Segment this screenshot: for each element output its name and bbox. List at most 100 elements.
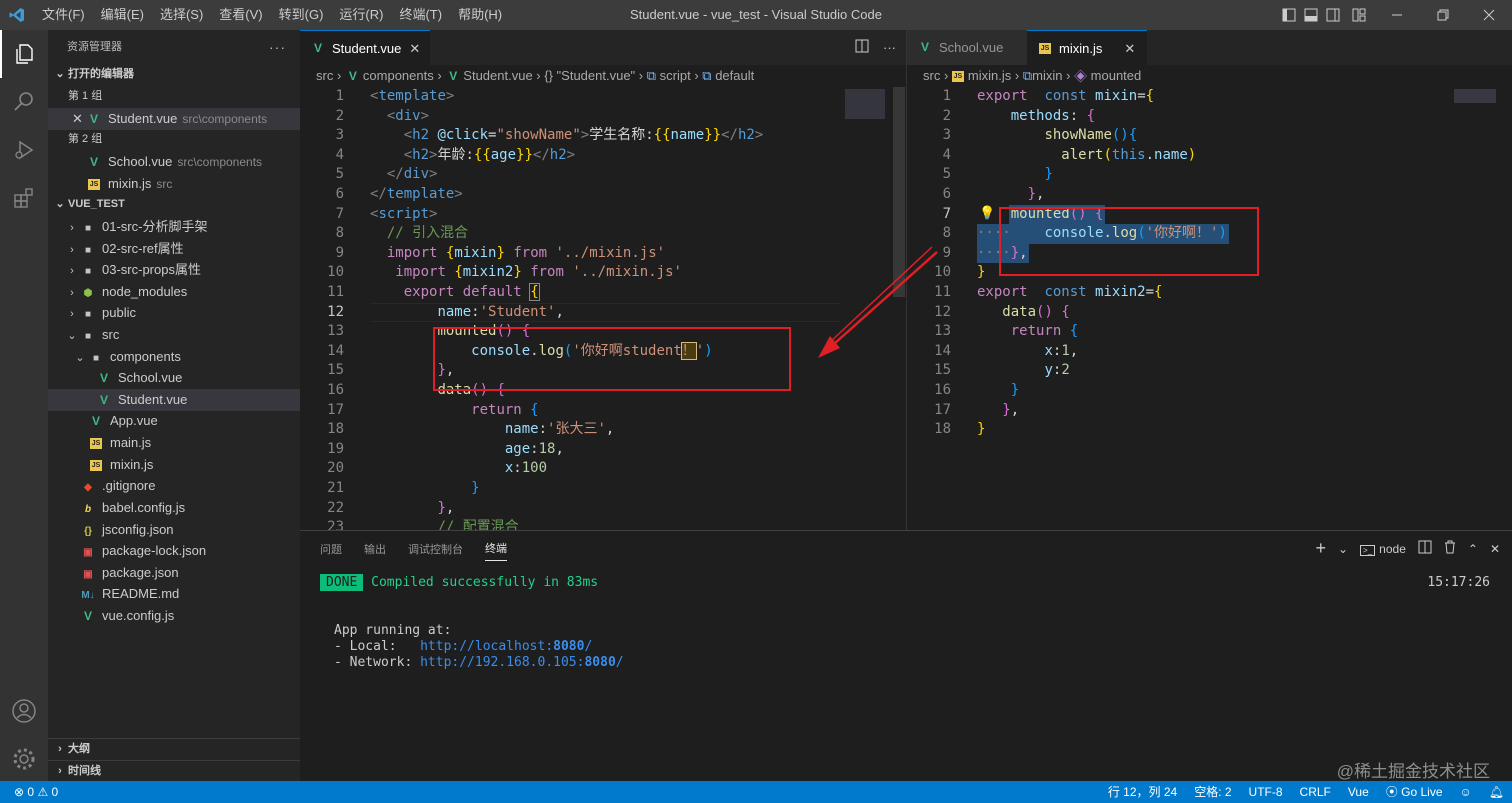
local-url[interactable]: http://localhost: bbox=[420, 639, 553, 654]
more-actions-icon[interactable]: ··· bbox=[883, 40, 896, 55]
tab-school-vue[interactable]: V School.vue bbox=[907, 30, 1027, 65]
local-slash[interactable]: / bbox=[584, 639, 592, 654]
tree-file[interactable]: V App.vue bbox=[48, 410, 300, 432]
indentation[interactable]: 空格: 2 bbox=[1194, 781, 1231, 803]
cursor-position[interactable]: 行 12，列 24 bbox=[1108, 781, 1177, 803]
tree-folder[interactable]: ⌄ ■ components bbox=[48, 346, 300, 368]
split-terminal-icon[interactable] bbox=[1418, 540, 1432, 557]
tree-folder[interactable]: › ■ 01-src-分析脚手架 bbox=[48, 216, 300, 238]
tree-file[interactable]: {} jsconfig.json bbox=[48, 519, 300, 541]
line-number: 14 bbox=[327, 342, 344, 359]
close-panel-icon[interactable]: ✕ bbox=[1490, 542, 1500, 556]
extensions-icon[interactable] bbox=[0, 174, 48, 222]
menu-run[interactable]: 运行(R) bbox=[331, 0, 391, 30]
tree-folder[interactable]: › ■ 03-src-props属性 bbox=[48, 259, 300, 281]
network-slash[interactable]: / bbox=[616, 655, 624, 670]
menu-go[interactable]: 转到(G) bbox=[271, 0, 332, 30]
toggle-secondary-sidebar-icon[interactable] bbox=[1322, 0, 1344, 30]
go-live-button[interactable]: ⦿ Go Live bbox=[1386, 781, 1443, 803]
menu-edit[interactable]: 编辑(E) bbox=[93, 0, 152, 30]
close-icon[interactable]: ✕ bbox=[409, 31, 420, 66]
feedback-icon[interactable]: ☺ bbox=[1460, 781, 1472, 803]
terminal-shell-selector[interactable]: >_ node bbox=[1360, 542, 1406, 556]
open-editor-student[interactable]: ✕ V Student.vue src\components bbox=[48, 108, 300, 130]
menu-view[interactable]: 查看(V) bbox=[211, 0, 270, 30]
breadcrumb-item[interactable]: script bbox=[660, 68, 691, 83]
tree-folder[interactable]: › ■ 02-src-ref属性 bbox=[48, 238, 300, 260]
customize-layout-icon[interactable] bbox=[1344, 0, 1374, 30]
close-window-icon[interactable] bbox=[1466, 0, 1512, 30]
menu-file[interactable]: 文件(F) bbox=[34, 0, 93, 30]
breadcrumb-item[interactable]: {} "Student.vue" bbox=[544, 68, 635, 83]
breadcrumb-item[interactable]: mounted bbox=[1091, 68, 1142, 83]
new-terminal-icon[interactable]: + bbox=[1315, 538, 1326, 559]
tree-file[interactable]: ▣ package-lock.json bbox=[48, 540, 300, 562]
tab-output[interactable]: 输出 bbox=[364, 537, 386, 561]
split-editor-icon[interactable] bbox=[855, 39, 869, 56]
tree-file[interactable]: JS mixin.js bbox=[48, 454, 300, 476]
outline-section[interactable]: › 大纲 bbox=[48, 738, 300, 760]
tree-file[interactable]: ▣ package.json bbox=[48, 562, 300, 584]
open-editor-mixin[interactable]: JS mixin.js src bbox=[48, 173, 300, 195]
breadcrumb-item[interactable]: components bbox=[363, 68, 434, 83]
breadcrumb-item[interactable]: mixin bbox=[1032, 68, 1062, 83]
code-area[interactable]: 1 2 3 4 5 6 7 8 9 10 11 12 13 14 15 16 1… bbox=[300, 87, 906, 530]
settings-gear-icon[interactable] bbox=[0, 735, 48, 783]
menu-selection[interactable]: 选择(S) bbox=[152, 0, 211, 30]
breadcrumb-item[interactable]: src bbox=[923, 68, 940, 83]
problems-status[interactable]: ⊗ 0 ⚠ 0 bbox=[14, 781, 58, 803]
tree-file[interactable]: V School.vue bbox=[48, 367, 300, 389]
open-editor-school[interactable]: V School.vue src\components bbox=[48, 151, 300, 173]
local-port[interactable]: 8080 bbox=[553, 639, 584, 654]
notifications-icon[interactable]: 🔔︎ bbox=[1489, 781, 1504, 803]
project-section[interactable]: ⌄ VUE_TEST bbox=[48, 194, 300, 216]
tab-debug-console[interactable]: 调试控制台 bbox=[408, 537, 463, 561]
language-mode[interactable]: Vue bbox=[1348, 781, 1369, 803]
breadcrumb-item[interactable]: Student.vue bbox=[463, 68, 532, 83]
chevron-down-icon[interactable]: ⌄ bbox=[1338, 542, 1348, 556]
tree-folder[interactable]: › ■ public bbox=[48, 302, 300, 324]
restore-icon[interactable] bbox=[1420, 0, 1466, 30]
menu-help[interactable]: 帮助(H) bbox=[450, 0, 510, 30]
encoding[interactable]: UTF-8 bbox=[1249, 781, 1283, 803]
account-icon[interactable] bbox=[0, 687, 48, 735]
tree-file[interactable]: Vvue.config.js bbox=[48, 605, 300, 627]
tree-folder[interactable]: › ⬢ node_modules bbox=[48, 281, 300, 303]
network-port[interactable]: 8080 bbox=[584, 655, 615, 670]
code-area[interactable]: 1 2 3 4 5 6 7 8 9 10 11 12 13 14 15 16 1… bbox=[907, 87, 1512, 530]
breadcrumb-item[interactable]: default bbox=[715, 68, 754, 83]
minimap[interactable] bbox=[845, 89, 885, 119]
close-icon[interactable]: ✕ bbox=[72, 108, 86, 130]
minimap[interactable] bbox=[1454, 89, 1496, 103]
trash-icon[interactable] bbox=[1444, 540, 1456, 557]
tree-file[interactable]: M↓ README.md bbox=[48, 583, 300, 605]
scrollbar-thumb[interactable] bbox=[893, 87, 905, 297]
breadcrumb-item[interactable]: mixin.js bbox=[968, 68, 1011, 83]
line-ending[interactable]: CRLF bbox=[1300, 781, 1331, 803]
explorer-icon[interactable] bbox=[0, 30, 48, 78]
tab-problems[interactable]: 问题 bbox=[320, 537, 342, 561]
search-icon[interactable] bbox=[0, 78, 48, 126]
timeline-section[interactable]: › 时间线 bbox=[48, 760, 300, 782]
project-name: VUE_TEST bbox=[68, 198, 125, 210]
maximize-panel-icon[interactable]: ⌃ bbox=[1468, 542, 1478, 556]
tab-terminal[interactable]: 终端 bbox=[485, 536, 507, 561]
open-editors-section[interactable]: ⌄ 打开的编辑器 bbox=[48, 64, 300, 86]
tree-file[interactable]: b babel.config.js bbox=[48, 497, 300, 519]
menu-terminal[interactable]: 终端(T) bbox=[391, 0, 450, 30]
close-icon[interactable]: ✕ bbox=[1124, 31, 1135, 66]
tree-file[interactable]: JS main.js bbox=[48, 432, 300, 454]
tree-file[interactable]: ◆ .gitignore bbox=[48, 475, 300, 497]
tree-folder[interactable]: ⌄ ■ src bbox=[48, 324, 300, 346]
run-debug-icon[interactable] bbox=[0, 126, 48, 174]
toggle-panel-icon[interactable] bbox=[1300, 0, 1322, 30]
tab-student-vue[interactable]: V Student.vue ✕ bbox=[300, 30, 431, 66]
line-number: 6 bbox=[335, 186, 344, 202]
tab-mixin-js[interactable]: JS mixin.js ✕ bbox=[1027, 30, 1147, 65]
toggle-sidebar-icon[interactable] bbox=[1278, 0, 1300, 30]
minimize-icon[interactable] bbox=[1374, 0, 1420, 30]
more-actions-icon[interactable]: ··· bbox=[269, 30, 286, 64]
breadcrumb-item[interactable]: src bbox=[316, 68, 333, 83]
network-url[interactable]: http://192.168.0.105: bbox=[420, 655, 584, 670]
tree-file-selected[interactable]: V Student.vue bbox=[48, 389, 300, 411]
